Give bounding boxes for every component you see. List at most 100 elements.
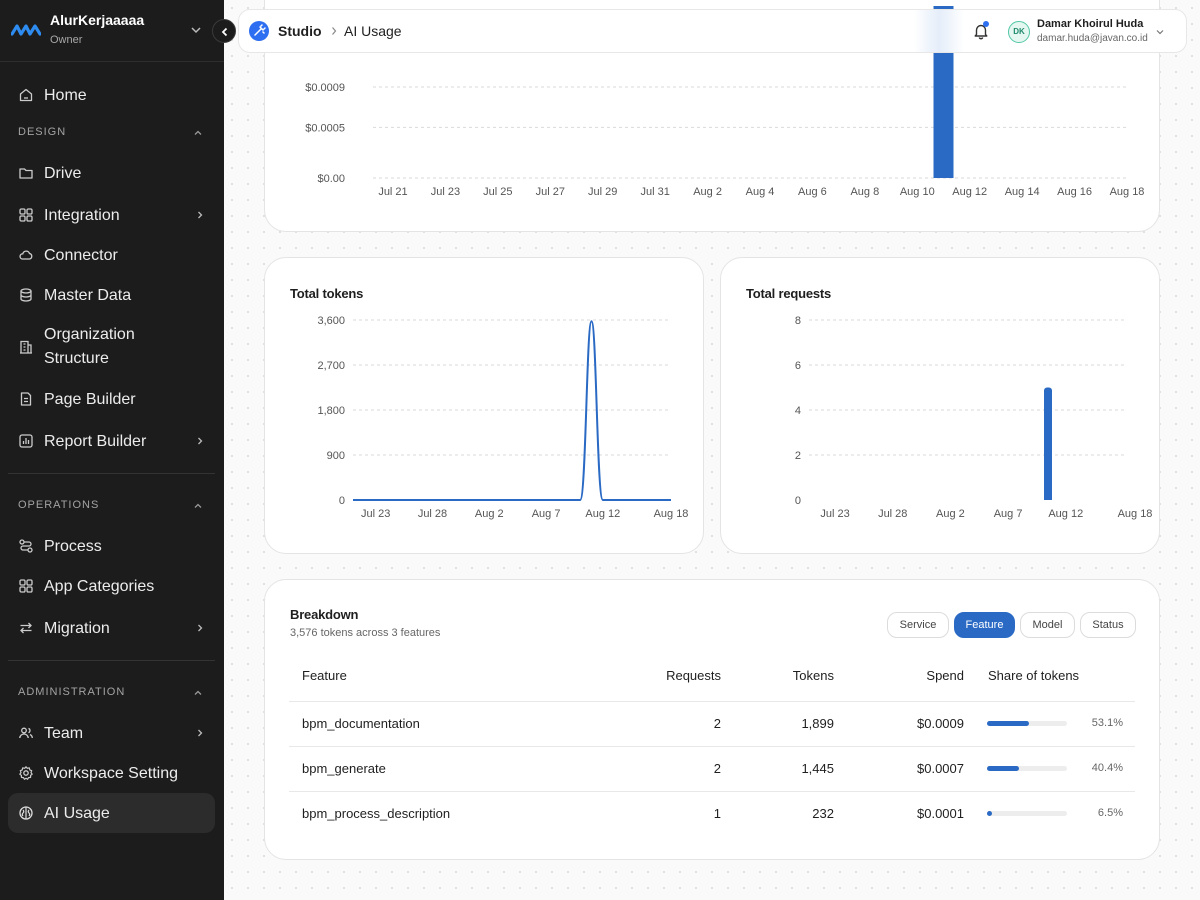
- collapse-sidebar-button[interactable]: [212, 19, 236, 43]
- table-row[interactable]: bpm_generate 2 1,445 $0.0007 40.4%: [289, 746, 1135, 791]
- breadcrumb-studio[interactable]: Studio: [278, 23, 322, 39]
- chevron-right-icon: [332, 27, 337, 35]
- column-header-spend[interactable]: Spend: [864, 668, 964, 683]
- x-tick-label: Jul 21: [378, 186, 407, 198]
- column-header-share[interactable]: Share of tokens: [988, 668, 1079, 683]
- share-bar-fill: [987, 811, 993, 816]
- cell-feature: bpm_process_description: [302, 806, 451, 821]
- sidebar-item-team[interactable]: Team: [8, 713, 215, 753]
- tab-status[interactable]: Status: [1080, 612, 1136, 638]
- tokens-series-line: [353, 320, 671, 501]
- sidebar-item-page-builder[interactable]: Page Builder: [8, 379, 215, 419]
- x-tick-label: Jul 25: [483, 186, 512, 198]
- share-bar-track: [987, 721, 1067, 726]
- avatar[interactable]: DK: [1008, 21, 1030, 43]
- sidebar: AlurKerjaaaaa Owner Home DESIGN Drive In…: [0, 0, 224, 900]
- x-tick-label: Jul 23: [431, 186, 460, 198]
- requests-bar-base: [1044, 496, 1052, 500]
- tab-model[interactable]: Model: [1020, 612, 1075, 638]
- chevron-up-icon[interactable]: [193, 688, 203, 698]
- y-tick-label: 1,800: [317, 405, 345, 417]
- y-tick-label: $0.00: [317, 173, 345, 185]
- sidebar-item-label: Home: [44, 87, 87, 104]
- chevron-up-icon[interactable]: [193, 501, 203, 511]
- gear-icon: [19, 766, 33, 780]
- table-row[interactable]: bpm_process_description 1 232 $0.0001 6.5%: [289, 791, 1135, 836]
- sidebar-item-app-categories[interactable]: App Categories: [8, 566, 215, 606]
- table-row[interactable]: bpm_documentation 2 1,899 $0.0009 53.1%: [289, 701, 1135, 746]
- y-tick-label: 900: [327, 450, 345, 462]
- breadcrumb-current-page: AI Usage: [344, 23, 402, 39]
- chevron-down-icon[interactable]: [1155, 27, 1165, 37]
- cell-tokens: 1,899: [801, 716, 834, 731]
- requests-bar: [1044, 387, 1052, 500]
- x-tick-label: Aug 14: [1005, 186, 1040, 198]
- x-tick-label: Aug 4: [746, 186, 775, 198]
- total-tokens-card: Total tokens 0 900 1,800 2,700 3,600 Jul 23 Ju…: [264, 257, 704, 554]
- tab-feature[interactable]: Feature: [954, 612, 1015, 638]
- x-tick-label: Aug 18: [654, 508, 689, 520]
- section-label-administration: ADMINISTRATION: [18, 686, 126, 698]
- sidebar-item-master-data[interactable]: Master Data: [8, 275, 215, 315]
- x-tick-label: Aug 2: [693, 186, 722, 198]
- share-bar-fill: [987, 721, 1030, 726]
- workspace-logo-icon: [11, 24, 41, 36]
- users-icon: [19, 727, 33, 739]
- column-header-tokens[interactable]: Tokens: [734, 668, 834, 683]
- y-tick-label: $0.0009: [305, 82, 345, 94]
- x-tick-label: Aug 16: [1057, 186, 1092, 198]
- x-tick-label: Jul 28: [418, 508, 447, 520]
- cell-share-percent: 40.4%: [1091, 762, 1123, 774]
- cell-share-percent: 6.5%: [1097, 807, 1123, 819]
- sidebar-item-integration[interactable]: Integration: [8, 195, 215, 235]
- column-header-feature[interactable]: Feature: [302, 668, 347, 683]
- x-tick-label: Aug 2: [936, 508, 965, 520]
- y-tick-label: 2: [795, 450, 801, 462]
- arrows-swap-icon: [20, 622, 32, 634]
- cell-tokens: 232: [812, 806, 834, 821]
- breakdown-subtitle: 3,576 tokens across 3 features: [290, 627, 441, 639]
- sidebar-item-ai-usage[interactable]: AI Usage: [8, 793, 215, 833]
- sidebar-item-label: AI Usage: [44, 805, 110, 822]
- sidebar-item-home[interactable]: Home: [8, 75, 215, 115]
- chevron-down-icon: [191, 27, 201, 34]
- brain-icon: [19, 806, 33, 820]
- cell-tokens: 1,445: [801, 761, 834, 776]
- tab-service[interactable]: Service: [887, 612, 949, 638]
- x-tick-label: Aug 12: [1048, 508, 1083, 520]
- sidebar-item-label: Migration: [44, 620, 110, 637]
- building-icon: [20, 340, 32, 354]
- cell-requests: 2: [713, 716, 721, 731]
- sidebar-divider: [8, 473, 215, 474]
- chevron-up-icon[interactable]: [193, 128, 203, 138]
- x-tick-label: Jul 23: [361, 508, 390, 520]
- sidebar-item-label: Organization Structure: [44, 326, 135, 367]
- breakdown-title: Breakdown: [290, 607, 359, 622]
- x-tick-label: Aug 18: [1118, 508, 1153, 520]
- sidebar-item-migration[interactable]: Migration: [8, 608, 215, 648]
- sidebar-item-workspace-setting[interactable]: Workspace Setting: [8, 753, 215, 793]
- sidebar-item-process[interactable]: Process: [8, 526, 215, 566]
- workspace-switcher[interactable]: AlurKerjaaaaa Owner: [0, 0, 224, 62]
- sidebar-item-drive[interactable]: Drive: [8, 153, 215, 193]
- sidebar-item-label: App Categories: [44, 578, 155, 595]
- studio-icon[interactable]: [249, 21, 269, 41]
- sidebar-item-report-builder[interactable]: Report Builder: [8, 421, 215, 461]
- tokens-chart: 0 900 1,800 2,700 3,600 Jul 23 Jul 28 Aug 2 Aug …: [317, 315, 689, 520]
- cell-spend: $0.0009: [917, 716, 964, 731]
- process-icon: [19, 539, 33, 553]
- workspace-role: Owner: [50, 34, 83, 46]
- document-icon: [20, 392, 32, 406]
- column-header-requests[interactable]: Requests: [621, 668, 721, 683]
- user-name: Damar Khoirul Huda: [1037, 18, 1144, 30]
- cell-share-percent: 53.1%: [1091, 717, 1123, 729]
- sidebar-item-connector[interactable]: Connector: [8, 235, 215, 275]
- y-tick-label: 8: [795, 315, 801, 327]
- sidebar-item-organization-structure[interactable]: Organization Structure: [8, 323, 215, 371]
- chevron-right-icon: [198, 729, 203, 737]
- requests-chart: 0 2 4 6 8 Jul 23 Jul 28 Aug 2 Aug 7 Aug 12 Aug 18: [795, 315, 1153, 520]
- sidebar-item-label: Workspace Setting: [44, 765, 178, 782]
- sidebar-item-label: Connector: [44, 247, 118, 264]
- top-header: Studio AI Usage DK Damar Khoirul Huda da…: [238, 9, 1187, 53]
- header-fade-decoration: [914, 10, 964, 52]
